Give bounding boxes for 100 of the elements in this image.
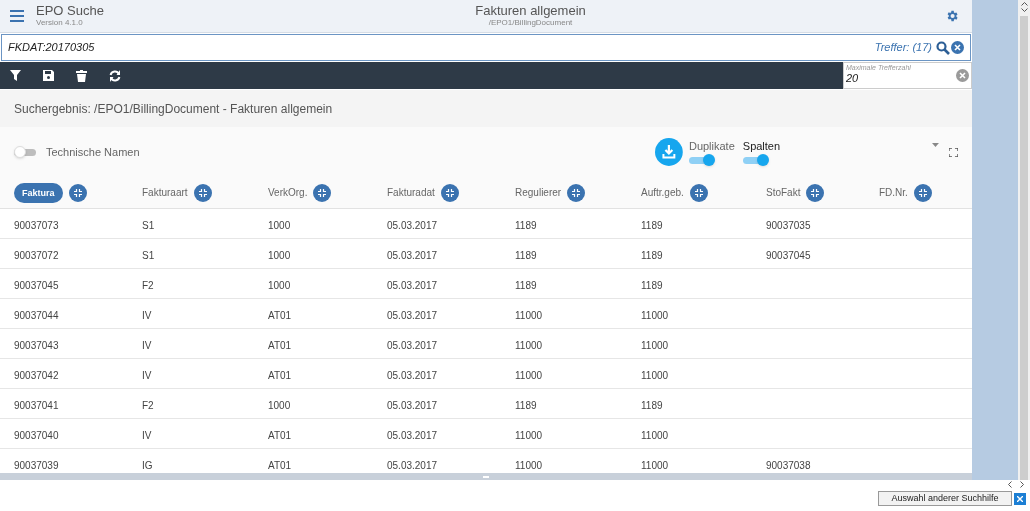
column-header[interactable]: FD.Nr. [879,185,908,200]
table-cell: 05.03.2017 [387,249,438,261]
collapse-icon[interactable] [440,183,459,202]
table-cell: AT01 [268,309,292,321]
column-header[interactable]: Faktura [14,182,63,203]
table-cell: 90037045 [766,249,811,261]
table-cell: 05.03.2017 [387,369,438,381]
table-cell: F2 [142,399,154,411]
app-name: EPO Suche [36,4,105,18]
toggle-label: Duplikate [688,138,735,154]
table-cell: 90037035 [766,219,811,231]
alternative-search-help-button[interactable]: Auswahl anderer Suchhilfe [878,491,1012,506]
dropdown-caret-icon[interactable] [932,143,940,147]
column-header[interactable]: Fakturaart [142,185,188,200]
app-version: Version 4.1.0 [36,18,84,28]
table-cell: 11000 [515,429,543,441]
table-cell: 90037045 [14,279,59,291]
table-cell: 1189 [515,249,537,261]
table-cell: 11000 [641,459,669,471]
collapse-icon[interactable] [313,183,332,202]
download-button[interactable] [655,138,683,166]
toggle-label: Technische Namen [46,144,140,160]
table-cell: 1189 [515,399,537,411]
table-cell: 05.03.2017 [387,429,438,441]
search-icon[interactable] [936,40,950,55]
table-cell: AT01 [268,369,292,381]
page-subtitle: /EPO1/BillingDocument [488,18,573,28]
filter-icon[interactable] [10,70,21,81]
table-cell: 1000 [268,279,291,291]
trash-icon[interactable] [76,69,87,82]
settings-icon[interactable] [945,9,959,23]
table-cell: 90037072 [14,249,59,261]
collapse-icon[interactable] [689,183,708,202]
table-cell: IV [142,309,152,321]
hit-count: Treffer: (17) [874,40,932,56]
table-cell: IV [142,429,152,441]
table-cell: 11000 [515,339,543,351]
table-cell: 90037040 [14,429,59,441]
table-cell: 1189 [515,219,537,231]
clear-icon[interactable] [951,41,964,54]
table-cell: 11000 [641,309,669,321]
search-field[interactable]: FKDAT:20170305 Treffer: (17) [1,34,971,61]
table-cell: S1 [142,249,155,261]
collapse-icon[interactable] [567,183,586,202]
table-cell: 1000 [268,399,291,411]
toggle-label: Spalten [742,138,781,154]
scrollbar-thumb[interactable] [1020,16,1028,480]
table-cell: 1189 [641,399,663,411]
table-cell: S1 [142,219,155,231]
table-cell: 1189 [641,219,663,231]
column-header[interactable]: Regulierer [515,185,562,200]
table-cell: 05.03.2017 [387,219,438,231]
close-button[interactable] [1014,492,1026,505]
result-title: Suchergebnis: /EPO1/BillingDocument - Fakturen allgemein [14,100,333,118]
fullscreen-icon[interactable] [949,147,958,157]
close-icon [1017,495,1023,502]
table-cell: 11000 [515,369,543,381]
table-cell: 1189 [641,279,663,291]
page-title: Fakturen allgemein [475,4,586,18]
table-cell: 11000 [515,309,543,321]
table-cell: IV [142,369,152,381]
toggle-switch[interactable] [742,154,769,167]
refresh-icon[interactable] [109,69,121,82]
collapse-icon[interactable] [913,183,932,202]
clear-icon[interactable] [956,69,969,82]
table-cell: 05.03.2017 [387,279,438,291]
table-cell: 05.03.2017 [387,459,438,471]
table-cell: 1000 [268,219,291,231]
table-cell: IV [142,339,152,351]
table-cell: 90037043 [14,339,59,351]
collapse-icon[interactable] [193,183,212,202]
column-header[interactable]: VerkOrg. [268,185,308,200]
table-cell: 90037073 [14,219,59,231]
table-cell: 11000 [641,339,669,351]
table-cell: F2 [142,279,154,291]
search-query: FKDAT:20170305 [8,40,96,56]
table-cell: 90037041 [14,399,59,411]
scrollbar-grip[interactable] [483,475,489,478]
table-cell: 11000 [515,459,543,471]
table-cell: 1189 [641,249,663,261]
collapse-icon[interactable] [806,183,825,202]
table-cell: 1000 [268,249,291,261]
table-cell: 05.03.2017 [387,339,438,351]
collapse-icon[interactable] [68,183,87,202]
table-cell: 90037044 [14,309,59,321]
table-cell: 1189 [515,279,537,291]
column-header[interactable]: Auftr.geb. [641,185,684,200]
table-cell: AT01 [268,429,292,441]
menu-icon[interactable] [10,10,24,22]
table-cell: AT01 [268,459,292,471]
table-cell: 90037038 [766,459,811,471]
toggle-switch[interactable] [688,154,715,167]
table-cell: IG [142,459,153,471]
column-header[interactable]: StoFakt [766,185,801,200]
table-cell: 11000 [641,429,669,441]
table-cell: 90037039 [14,459,59,471]
table-cell: 05.03.2017 [387,309,438,321]
save-icon[interactable] [43,70,54,81]
column-header[interactable]: Fakturadat [387,185,435,200]
table-cell: 11000 [641,369,669,381]
